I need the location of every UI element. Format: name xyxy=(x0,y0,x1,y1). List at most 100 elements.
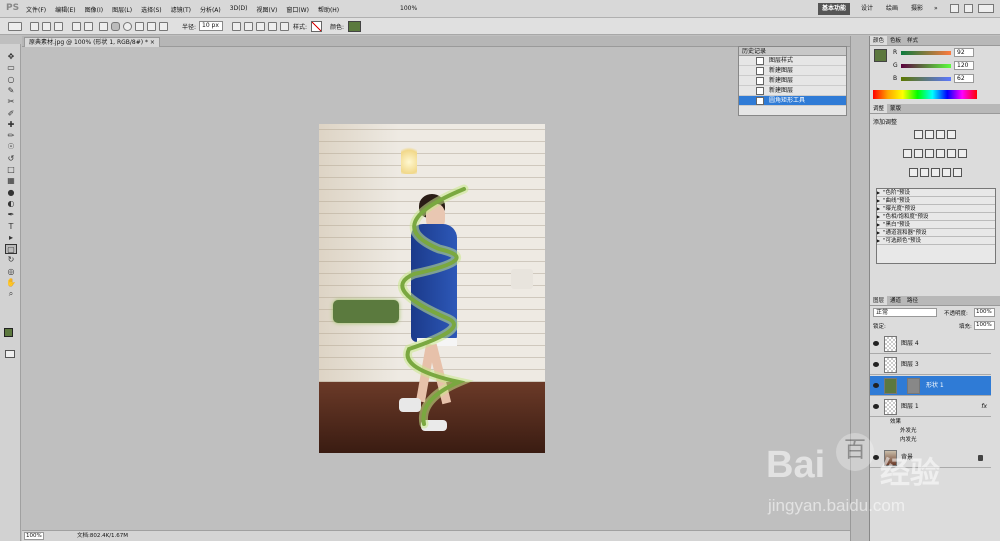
tab-masks[interactable]: 蒙版 xyxy=(887,104,904,113)
quick-mask-icon[interactable] xyxy=(5,350,15,358)
menu-item[interactable]: 文件(F) xyxy=(26,5,46,14)
tab-channels[interactable]: 通道 xyxy=(887,296,904,305)
tab-layers[interactable]: 图层 xyxy=(870,296,888,305)
eyedropper-tool-icon[interactable]: ✐ xyxy=(5,109,17,119)
effects-label[interactable]: 效果 xyxy=(890,418,901,426)
menu-item[interactable]: 图层(L) xyxy=(112,5,132,14)
lasso-tool-icon[interactable]: ○ xyxy=(5,75,17,85)
invert-icon[interactable] xyxy=(908,168,918,177)
preset-item[interactable]: "曝光度"预设 xyxy=(877,205,995,213)
tab-swatches[interactable]: 色板 xyxy=(887,36,904,45)
shape-layers-mode-icon[interactable] xyxy=(30,22,39,31)
threshold-icon[interactable] xyxy=(930,168,940,177)
tab-adjustments[interactable]: 调整 xyxy=(870,104,888,113)
marquee-tool-icon[interactable]: ▭ xyxy=(5,63,17,73)
dodge-tool-icon[interactable]: ◐ xyxy=(5,199,17,209)
channel-mixer-icon[interactable] xyxy=(958,149,967,158)
vibrance-icon[interactable] xyxy=(903,149,912,158)
pen-icon[interactable] xyxy=(72,22,81,31)
opacity-input[interactable]: 100% xyxy=(974,308,995,317)
crop-tool-icon[interactable]: ✂ xyxy=(5,97,17,107)
tab-color[interactable]: 颜色 xyxy=(870,36,888,45)
document-tab[interactable]: 原典素材.jpg @ 100% (形状 1, RGB/8#) * × xyxy=(24,37,160,47)
photo-filter-icon[interactable] xyxy=(947,149,956,158)
status-zoom[interactable]: 100% xyxy=(24,532,44,540)
exposure-icon[interactable] xyxy=(947,130,956,139)
history-item[interactable]: 新建图层 xyxy=(739,76,846,86)
red-value[interactable]: 92 xyxy=(954,48,974,57)
menu-item[interactable]: 窗口(W) xyxy=(286,5,309,14)
workspace-more[interactable]: » xyxy=(930,3,942,15)
custom-shape-icon[interactable] xyxy=(159,22,168,31)
preset-item[interactable]: "曲线"预设 xyxy=(877,197,995,205)
rounded-rectangle-icon[interactable] xyxy=(111,22,120,31)
workspace-essentials[interactable]: 基本功能 xyxy=(818,3,851,15)
workspace-design[interactable]: 设计 xyxy=(857,3,877,15)
pen-tool-icon[interactable]: ✒ xyxy=(5,210,17,220)
menu-item[interactable]: 滤镜(T) xyxy=(171,5,191,14)
restore-button[interactable] xyxy=(964,4,973,13)
history-item[interactable]: 图层样式 xyxy=(739,56,846,66)
menu-item[interactable]: 帮助(H) xyxy=(318,5,339,14)
add-to-shape-icon[interactable] xyxy=(244,22,253,31)
subtract-shape-icon[interactable] xyxy=(256,22,265,31)
visibility-eye-icon[interactable] xyxy=(873,404,879,409)
zoom-tool-icon[interactable]: ⌕ xyxy=(5,289,17,299)
healing-tool-icon[interactable]: ✚ xyxy=(5,120,17,130)
visibility-eye-icon[interactable] xyxy=(873,341,879,346)
levels-icon[interactable] xyxy=(925,130,934,139)
history-brush-tool-icon[interactable]: ↺ xyxy=(5,154,17,164)
intersect-shape-icon[interactable] xyxy=(268,22,277,31)
menu-item[interactable]: 分析(A) xyxy=(200,5,221,14)
fill-input[interactable]: 100% xyxy=(974,321,995,330)
style-picker[interactable] xyxy=(311,21,322,32)
polygon-icon[interactable] xyxy=(135,22,144,31)
foreground-color[interactable] xyxy=(4,328,13,337)
doc-size[interactable]: 文档:802.4K/1.67M xyxy=(77,531,128,541)
color-balance-icon[interactable] xyxy=(925,149,934,158)
tab-styles[interactable]: 样式 xyxy=(904,36,921,45)
posterize-icon[interactable] xyxy=(919,168,929,177)
hue-saturation-icon[interactable] xyxy=(914,149,923,158)
close-document-icon[interactable]: × xyxy=(150,39,155,46)
layer-row[interactable]: 图层 1 fx xyxy=(870,397,991,417)
layer-row[interactable]: 形状 1 xyxy=(870,376,991,396)
menu-item[interactable]: 编辑(E) xyxy=(55,5,75,14)
menu-item[interactable]: 选择(S) xyxy=(141,5,162,14)
rounded-rectangle-shape[interactable] xyxy=(333,300,399,323)
rounded-rectangle-tool-icon[interactable]: ▢ xyxy=(5,244,17,255)
black-white-icon[interactable] xyxy=(936,149,945,158)
line-icon[interactable] xyxy=(147,22,156,31)
menu-item[interactable]: 视图(V) xyxy=(257,5,278,14)
paths-mode-icon[interactable] xyxy=(42,22,51,31)
radius-input[interactable]: 10 px xyxy=(199,21,223,31)
visibility-eye-icon[interactable] xyxy=(873,383,879,388)
history-item[interactable]: 新建图层 xyxy=(739,86,846,96)
color-spectrum[interactable] xyxy=(873,90,977,99)
gradient-map-icon[interactable] xyxy=(941,168,951,177)
fx-icon[interactable]: fx xyxy=(981,397,987,417)
workspace-photography[interactable]: 摄影 xyxy=(907,3,927,15)
history-item[interactable]: 圆角矩形工具 xyxy=(739,96,846,106)
eraser-tool-icon[interactable]: □ xyxy=(5,165,17,175)
minimize-button[interactable] xyxy=(950,4,959,13)
quick-select-tool-icon[interactable]: ✎ xyxy=(5,86,17,96)
hand-tool-icon[interactable]: ✋ xyxy=(5,278,17,288)
blue-value[interactable]: 62 xyxy=(954,74,974,83)
shape-color-swatch[interactable] xyxy=(348,21,361,32)
history-item[interactable]: 新建图层 xyxy=(739,66,846,76)
menu-item[interactable]: 3D(D) xyxy=(230,5,248,14)
stamp-tool-icon[interactable]: ☉ xyxy=(5,142,17,152)
blue-slider[interactable]: B 62 xyxy=(870,72,1000,85)
layer-row[interactable]: 图层 4 xyxy=(870,334,991,354)
tab-paths[interactable]: 路径 xyxy=(904,296,921,305)
zoom-level[interactable]: 100% xyxy=(400,5,417,12)
gradient-tool-icon[interactable]: ▦ xyxy=(5,176,17,186)
rectangle-icon[interactable] xyxy=(99,22,108,31)
exclude-shape-icon[interactable] xyxy=(280,22,289,31)
workspace-painting[interactable]: 绘画 xyxy=(882,3,902,15)
selective-color-icon[interactable] xyxy=(952,168,962,177)
red-slider[interactable]: R 92 xyxy=(870,46,1000,59)
ellipse-icon[interactable] xyxy=(123,22,132,31)
path-select-tool-icon[interactable]: ▸ xyxy=(5,233,17,243)
